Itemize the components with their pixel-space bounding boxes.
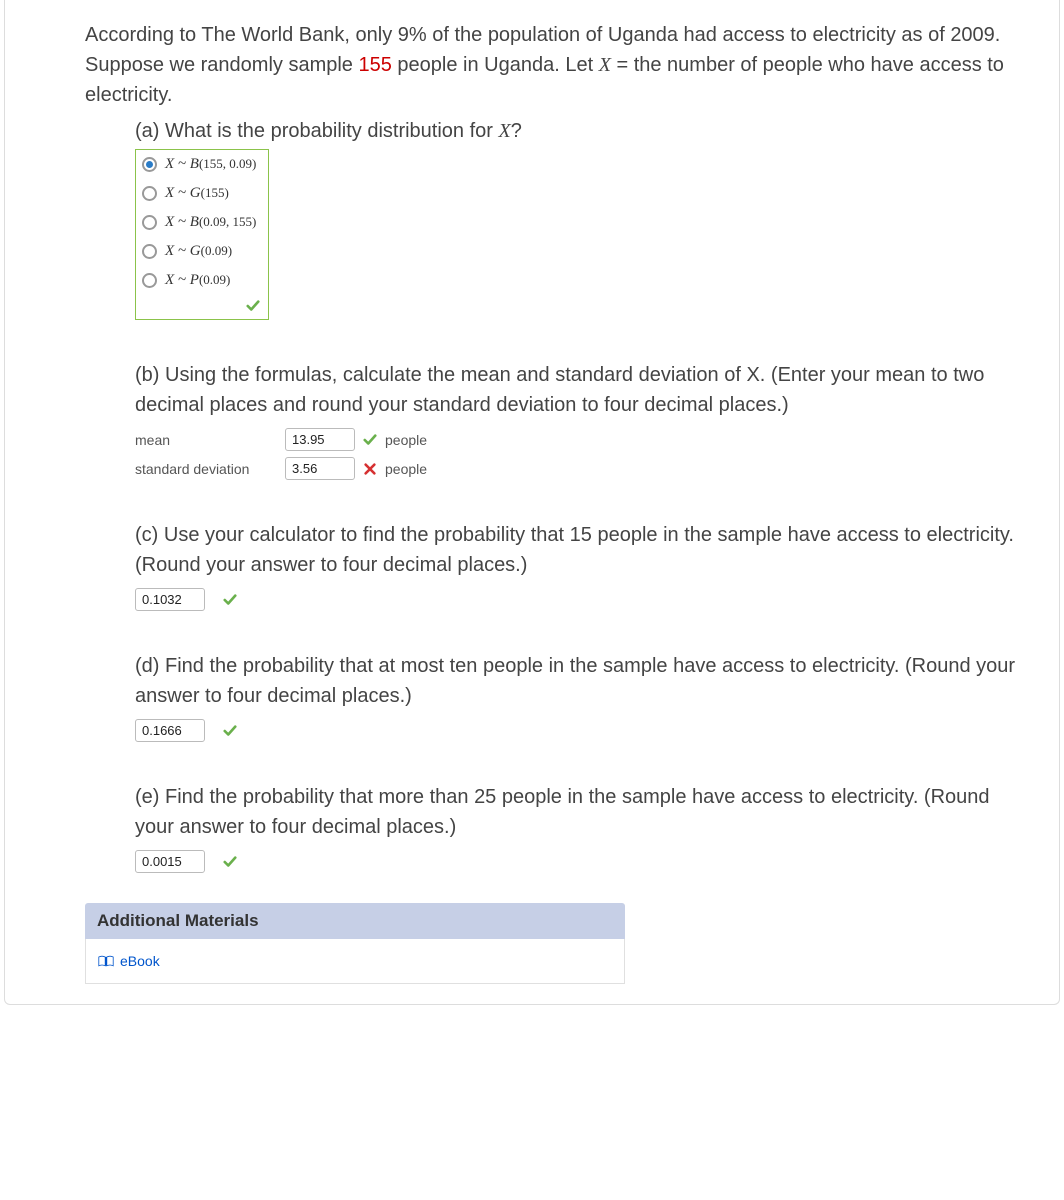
part-a: (a) What is the probability distribution… bbox=[85, 120, 1029, 320]
part-d-text: (d) Find the probability that at most te… bbox=[135, 651, 1029, 711]
sample-size: 155 bbox=[358, 54, 391, 76]
part-e-answer bbox=[135, 850, 1029, 873]
check-icon bbox=[223, 593, 237, 607]
radio-input-3[interactable] bbox=[142, 244, 157, 259]
additional-materials-header: Additional Materials bbox=[85, 903, 625, 939]
radio-option-2[interactable]: X ~ B(0.09, 155) bbox=[136, 208, 268, 237]
part-c: (c) Use your calculator to find the prob… bbox=[85, 520, 1029, 611]
radio-input-2[interactable] bbox=[142, 215, 157, 230]
part-d-input[interactable] bbox=[135, 719, 205, 742]
stddev-row: standard deviation people bbox=[135, 457, 1029, 480]
radio-option-3[interactable]: X ~ G(0.09) bbox=[136, 237, 268, 266]
question-body: According to The World Bank, only 9% of … bbox=[5, 0, 1059, 1004]
mean-label: mean bbox=[135, 432, 285, 448]
intro-text-2: people in Uganda. Let bbox=[392, 54, 599, 76]
x-var-a: X bbox=[499, 120, 511, 142]
part-d-answer bbox=[135, 719, 1029, 742]
part-b: (b) Using the formulas, calculate the me… bbox=[85, 360, 1029, 480]
radio-label-1: X ~ G(155) bbox=[165, 185, 229, 202]
stddev-input[interactable] bbox=[285, 457, 355, 480]
book-icon bbox=[98, 955, 114, 967]
radio-option-1[interactable]: X ~ G(155) bbox=[136, 179, 268, 208]
stddev-label: standard deviation bbox=[135, 461, 285, 477]
part-c-text: (c) Use your calculator to find the prob… bbox=[135, 520, 1029, 580]
radio-option-0[interactable]: X ~ B(155, 0.09) bbox=[136, 150, 268, 179]
part-a-feedback bbox=[136, 295, 268, 319]
radio-input-0[interactable] bbox=[142, 157, 157, 172]
part-b-answers: mean people standard deviation people bbox=[135, 428, 1029, 480]
additional-materials-body: eBook bbox=[85, 939, 625, 984]
mean-unit: people bbox=[385, 432, 427, 448]
part-c-answer bbox=[135, 588, 1029, 611]
part-a-label: (a) What is the probability distribution… bbox=[135, 120, 499, 142]
mean-input[interactable] bbox=[285, 428, 355, 451]
check-icon bbox=[246, 299, 260, 313]
check-icon bbox=[223, 855, 237, 869]
part-a-question: (a) What is the probability distribution… bbox=[135, 120, 1029, 143]
ebook-label: eBook bbox=[120, 953, 160, 969]
check-icon bbox=[363, 433, 377, 447]
x-variable: X bbox=[599, 54, 611, 76]
check-icon bbox=[223, 724, 237, 738]
part-e-input[interactable] bbox=[135, 850, 205, 873]
radio-input-4[interactable] bbox=[142, 273, 157, 288]
mean-row: mean people bbox=[135, 428, 1029, 451]
part-a-qmark: ? bbox=[511, 120, 522, 142]
part-e-text: (e) Find the probability that more than … bbox=[135, 782, 1029, 842]
stddev-unit: people bbox=[385, 461, 427, 477]
question-panel: According to The World Bank, only 9% of … bbox=[4, 0, 1060, 1005]
part-c-input[interactable] bbox=[135, 588, 205, 611]
radio-label-4: X ~ P(0.09) bbox=[165, 272, 230, 289]
cross-icon bbox=[363, 462, 377, 476]
radio-input-1[interactable] bbox=[142, 186, 157, 201]
part-b-text: (b) Using the formulas, calculate the me… bbox=[135, 360, 1029, 420]
radio-label-0: X ~ B(155, 0.09) bbox=[165, 156, 256, 173]
part-e: (e) Find the probability that more than … bbox=[85, 782, 1029, 873]
radio-label-2: X ~ B(0.09, 155) bbox=[165, 214, 256, 231]
question-intro: According to The World Bank, only 9% of … bbox=[85, 20, 1029, 110]
part-d: (d) Find the probability that at most te… bbox=[85, 651, 1029, 742]
radio-label-3: X ~ G(0.09) bbox=[165, 243, 232, 260]
radio-group: X ~ B(155, 0.09) X ~ G(155) X ~ B(0.09, … bbox=[135, 149, 269, 320]
ebook-link[interactable]: eBook bbox=[98, 953, 160, 969]
radio-option-4[interactable]: X ~ P(0.09) bbox=[136, 266, 268, 295]
